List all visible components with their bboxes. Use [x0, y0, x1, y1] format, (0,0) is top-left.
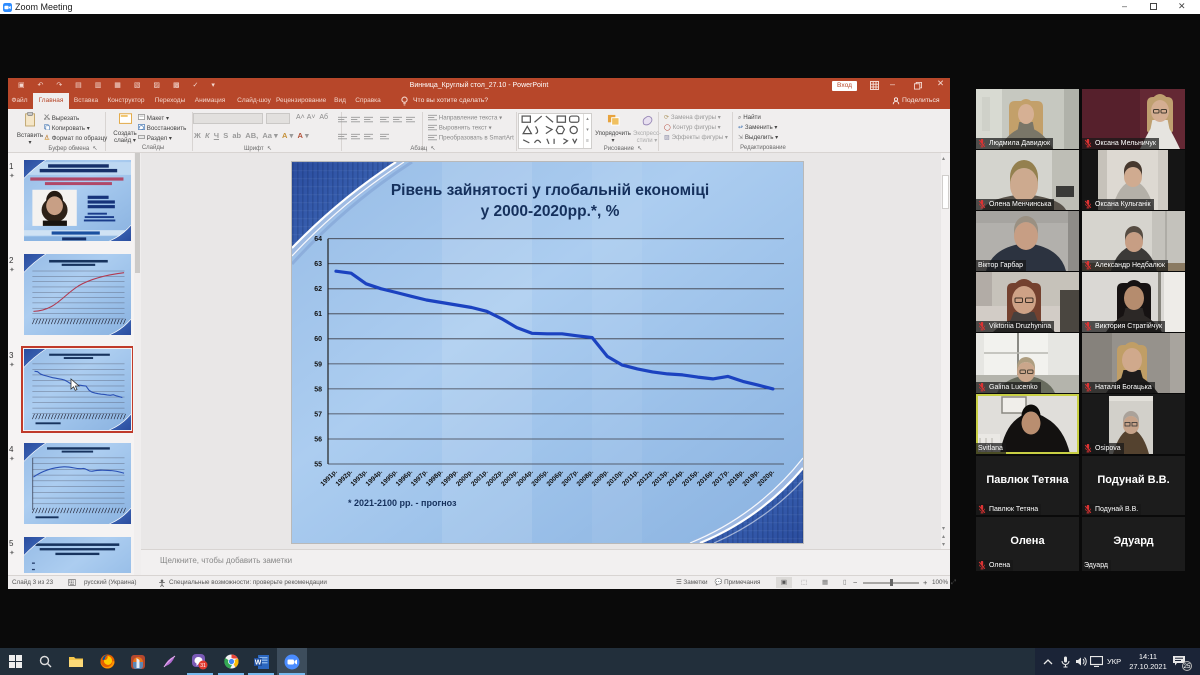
svg-text:у 2000-2020рр.*, %: у 2000-2020рр.*, %	[481, 203, 620, 220]
svg-text:59: 59	[314, 361, 322, 368]
svg-text:64: 64	[314, 236, 322, 243]
svg-text:55: 55	[314, 461, 322, 468]
svg-text:58: 58	[314, 386, 322, 393]
svg-text:61: 61	[314, 311, 322, 318]
svg-text:31: 31	[200, 663, 206, 669]
svg-text:63: 63	[314, 261, 322, 268]
svg-text:W: W	[254, 659, 261, 666]
svg-text:56: 56	[314, 436, 322, 443]
svg-text:Рівень зайнятості у глобальній: Рівень зайнятості у глобальній економіці	[391, 182, 709, 199]
svg-text:60: 60	[314, 336, 322, 343]
svg-text:* 2021-2100 рр. - прогноз: * 2021-2100 рр. - прогноз	[348, 498, 457, 508]
svg-text:62: 62	[314, 286, 322, 293]
svg-text:57: 57	[314, 411, 322, 418]
